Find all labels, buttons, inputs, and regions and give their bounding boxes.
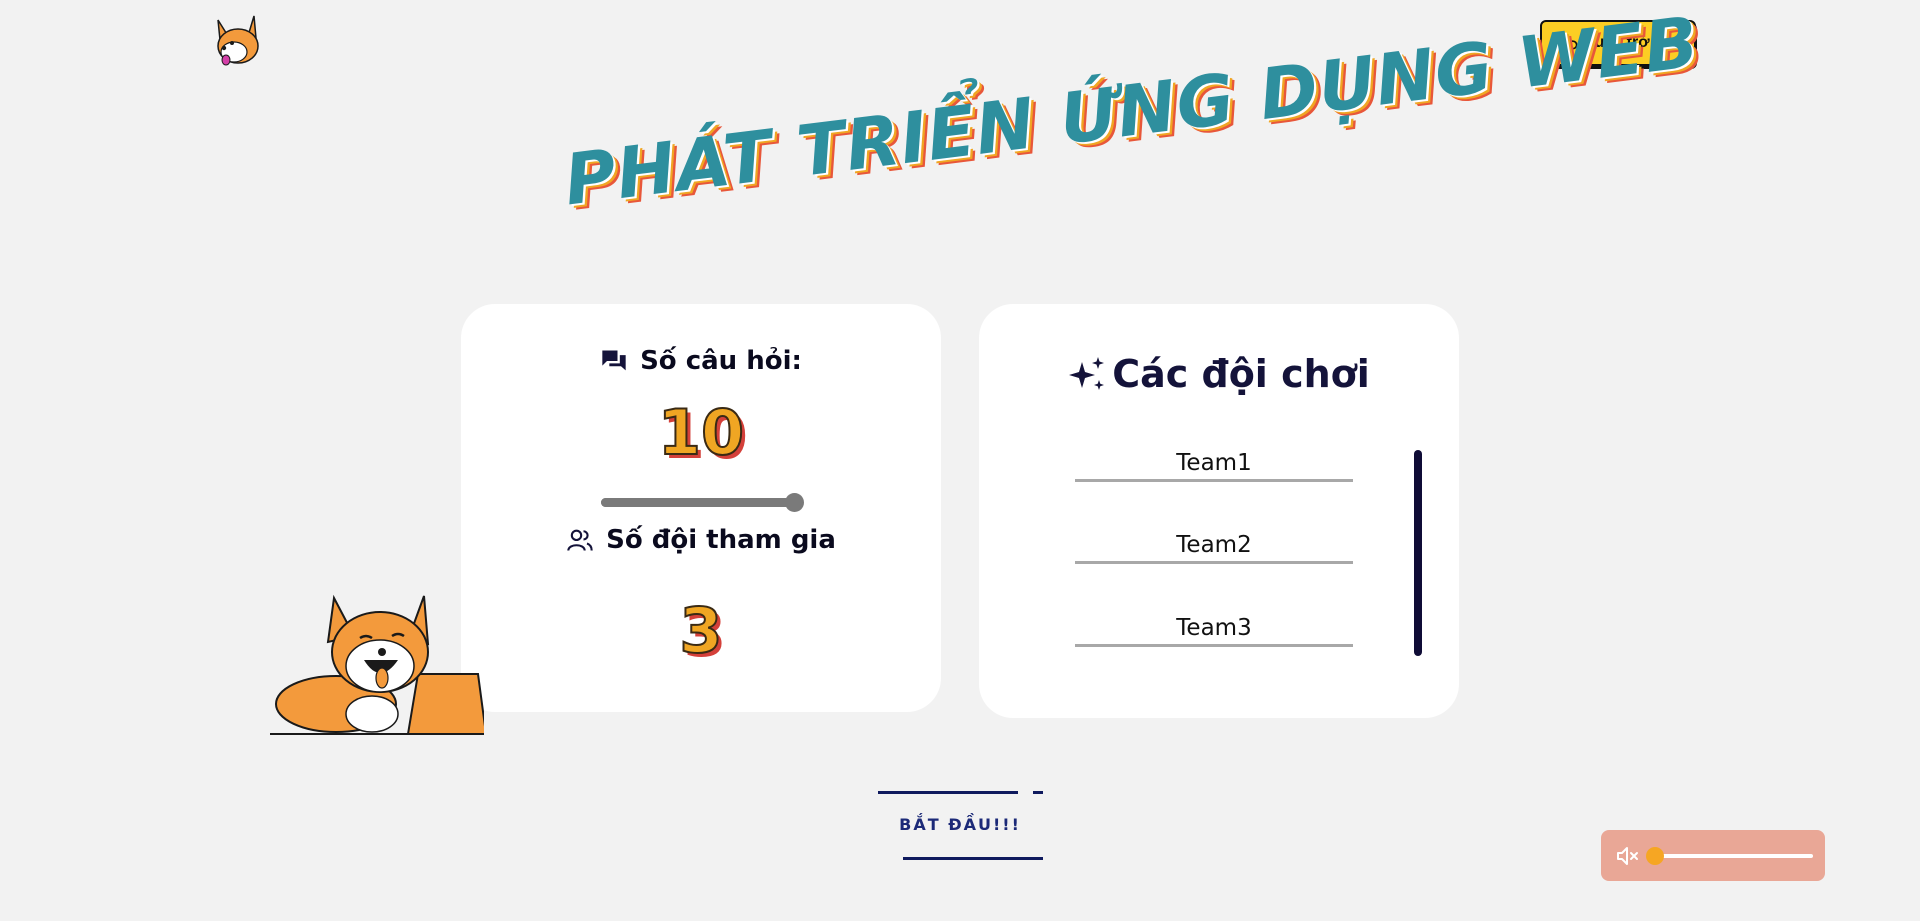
questions-count: 10	[657, 395, 745, 470]
page-title: PHÁT TRIỂN ỨNG DỤNG WEB	[560, 0, 1704, 222]
speaker-muted-icon[interactable]	[1615, 843, 1641, 869]
team-name-input-3[interactable]	[1075, 611, 1353, 647]
team-name-input-2[interactable]	[1075, 528, 1353, 564]
teams-heading: Các đội chơi	[1112, 352, 1370, 396]
questions-label-row: Số câu hỏi:	[461, 346, 941, 376]
chat-bubbles-icon	[602, 350, 626, 371]
questions-slider-thumb[interactable]	[785, 493, 804, 512]
corgi-laptop-illustration	[268, 590, 488, 736]
questions-label: Số câu hỏi:	[640, 346, 802, 376]
title-banner: PHÁT TRIỂN ỨNG DỤNG WEB	[540, 1, 1703, 260]
teams-card: Các đội chơi	[979, 304, 1459, 718]
start-button[interactable]: BẮT ĐẦU!!!	[880, 810, 1040, 840]
volume-slider[interactable]	[1646, 847, 1813, 865]
sparkles-icon	[1069, 357, 1105, 390]
start-decor-line-bottom	[903, 857, 1043, 860]
game-settings-card: Số câu hỏi: 10 Số đội tham gia 3	[461, 304, 941, 712]
teams-count-label: Số đội tham gia	[606, 525, 836, 555]
questions-slider-fill	[601, 498, 795, 507]
audio-control	[1601, 830, 1825, 881]
team-name-input-1[interactable]	[1075, 446, 1353, 482]
start-decor-line-top	[878, 791, 1018, 794]
teams-count: 3	[678, 593, 723, 668]
questions-slider[interactable]	[601, 493, 804, 512]
volume-slider-thumb[interactable]	[1646, 847, 1664, 865]
corgi-logo-icon[interactable]	[210, 14, 264, 70]
teams-label-row: Số đội tham gia	[461, 525, 941, 555]
users-icon	[567, 529, 593, 551]
teams-heading-row: Các đội chơi	[979, 352, 1459, 396]
teams-scrollbar[interactable]	[1414, 450, 1422, 656]
start-decor-dash	[1033, 791, 1043, 794]
